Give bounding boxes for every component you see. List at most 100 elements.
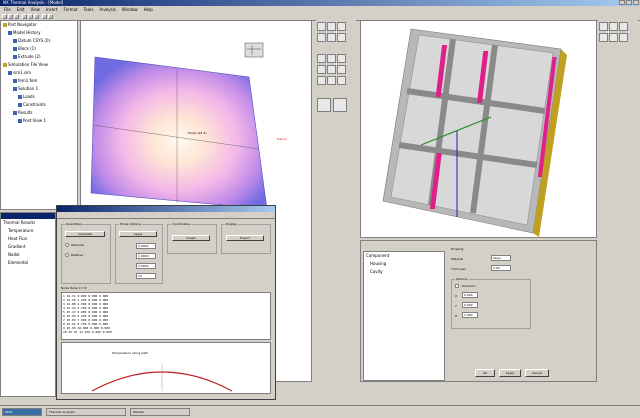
undo-view-icon[interactable] bbox=[333, 98, 347, 112]
maximize-icon[interactable] bbox=[626, 0, 632, 5]
menu-window[interactable]: Window bbox=[122, 6, 138, 13]
task-results[interactable]: Results bbox=[130, 408, 190, 416]
value-field-4[interactable]: 10 bbox=[136, 273, 156, 279]
tree-item-label: Elemental bbox=[8, 260, 29, 265]
pan-icon[interactable] bbox=[327, 22, 336, 31]
value-field-2[interactable]: 1.0000 bbox=[136, 253, 156, 259]
part-navigator-tree: Part Navigator Model History Datum CSYS (0… bbox=[0, 20, 78, 210]
tree-item[interactable]: fem1.fem bbox=[1, 77, 77, 85]
tree-item[interactable]: Temperature bbox=[1, 227, 55, 235]
graph-button[interactable]: Graph bbox=[172, 235, 210, 241]
rotate-icon[interactable] bbox=[599, 22, 608, 31]
zoom-icon[interactable] bbox=[337, 22, 346, 31]
menu-format[interactable]: Format bbox=[63, 6, 77, 13]
measure-icon[interactable] bbox=[337, 65, 346, 74]
copy-icon[interactable] bbox=[28, 14, 33, 19]
tree-item[interactable]: Heat Flux bbox=[1, 235, 55, 243]
animate-icon[interactable] bbox=[317, 76, 326, 85]
x-field[interactable]: 0.000 bbox=[462, 292, 478, 298]
front-view-icon[interactable] bbox=[327, 33, 336, 42]
menu-tools[interactable]: Tools bbox=[84, 6, 94, 13]
value-field-1[interactable]: 0.0000 bbox=[136, 243, 156, 249]
menu-analysis[interactable]: Analysis bbox=[99, 6, 115, 13]
undo-icon[interactable] bbox=[42, 14, 47, 19]
tree-item[interactable]: Part Navigator bbox=[1, 21, 77, 29]
wireframe-icon[interactable] bbox=[337, 54, 346, 63]
top-view-icon[interactable] bbox=[619, 33, 628, 42]
shade-icon[interactable] bbox=[327, 54, 336, 63]
right-viewport[interactable] bbox=[360, 20, 597, 238]
cancel-button[interactable]: Cancel bbox=[525, 369, 549, 377]
tree-item[interactable]: Thermal Results bbox=[1, 219, 55, 227]
menu-file[interactable]: File bbox=[4, 6, 11, 13]
list-item[interactable]: Cavity bbox=[364, 268, 444, 276]
display-group: Display Export bbox=[221, 222, 271, 254]
menu-insert[interactable]: Insert bbox=[46, 6, 57, 13]
menu-help[interactable]: Help bbox=[144, 6, 153, 13]
paste-icon[interactable] bbox=[34, 14, 39, 19]
tree-item[interactable]: Elemental bbox=[1, 259, 55, 267]
y-field[interactable]: 0.000 bbox=[462, 302, 478, 308]
apply-button[interactable]: Apply bbox=[119, 231, 157, 237]
tree-item[interactable]: Extrude (2) bbox=[1, 53, 77, 61]
probe-icon[interactable] bbox=[327, 65, 336, 74]
rotate-icon[interactable] bbox=[317, 22, 326, 31]
node-icon bbox=[18, 103, 22, 107]
tree-item[interactable]: Solution 1 bbox=[1, 85, 77, 93]
results-table[interactable]: 1 24.31 0.000 0.000 0.000 2 24.56 1.250 0… bbox=[61, 292, 271, 340]
tree-item[interactable]: Nodal bbox=[1, 251, 55, 259]
view-cube-icon[interactable] bbox=[244, 42, 264, 58]
material-field[interactable]: Steel bbox=[491, 255, 511, 261]
fit-icon[interactable] bbox=[317, 33, 326, 42]
tree-item[interactable]: Model History bbox=[1, 29, 77, 37]
relative-radio[interactable] bbox=[65, 253, 69, 257]
tree-item[interactable]: Gradient bbox=[1, 243, 55, 251]
close-icon[interactable] bbox=[633, 0, 639, 5]
select-icon[interactable] bbox=[317, 98, 331, 112]
task-thermal[interactable]: Thermal Analysis bbox=[46, 408, 126, 416]
minimize-icon[interactable] bbox=[619, 0, 625, 5]
fit-icon[interactable] bbox=[599, 33, 608, 42]
zoom-icon[interactable] bbox=[619, 22, 628, 31]
save-icon[interactable] bbox=[14, 14, 19, 19]
option-checkbox[interactable] bbox=[455, 284, 459, 288]
contour-surface[interactable] bbox=[90, 56, 268, 210]
redo-icon[interactable] bbox=[48, 14, 53, 19]
new-icon[interactable] bbox=[2, 14, 7, 19]
ok-button[interactable]: OK bbox=[475, 369, 495, 377]
menu-view[interactable]: View bbox=[30, 6, 40, 13]
pan-icon[interactable] bbox=[609, 22, 618, 31]
iso-view-icon[interactable] bbox=[317, 54, 326, 63]
tree-item[interactable]: Block (1) bbox=[1, 45, 77, 53]
tree-item[interactable]: Constraints bbox=[1, 101, 77, 109]
legend-icon[interactable] bbox=[327, 76, 336, 85]
apply-button[interactable]: Apply bbox=[499, 369, 521, 377]
open-icon[interactable] bbox=[8, 14, 13, 19]
top-view-icon[interactable] bbox=[337, 33, 346, 42]
coordinates-group: Coordinates Graph bbox=[167, 222, 217, 254]
tree-item[interactable]: Post View 1 bbox=[1, 117, 77, 125]
tree-item[interactable]: sim1.sim bbox=[1, 69, 77, 77]
thickness-field[interactable]: 2.00 bbox=[491, 265, 511, 271]
absolute-radio[interactable] bbox=[65, 243, 69, 247]
node-icon bbox=[13, 87, 17, 91]
calculate-button[interactable]: Calculate bbox=[65, 231, 105, 237]
list-item[interactable]: Housing bbox=[364, 260, 444, 268]
menu-edit[interactable]: Edit bbox=[17, 6, 25, 13]
tree-item[interactable]: Datum CSYS (0) bbox=[1, 37, 77, 45]
list-item[interactable]: Component bbox=[364, 252, 444, 260]
tree-item[interactable]: Results bbox=[1, 109, 77, 117]
front-view-icon[interactable] bbox=[609, 33, 618, 42]
component-list: Component Housing Cavity bbox=[363, 251, 445, 381]
z-field[interactable]: 1.000 bbox=[462, 312, 478, 318]
value-field-3[interactable]: 2.0000 bbox=[136, 263, 156, 269]
section-icon[interactable] bbox=[317, 65, 326, 74]
start-button[interactable]: Start bbox=[2, 408, 42, 416]
table-row[interactable]: 10 25.97 11.250 0.000 0.000 bbox=[63, 330, 269, 334]
tree-item[interactable]: Loads bbox=[1, 93, 77, 101]
cut-icon[interactable] bbox=[22, 14, 27, 19]
graph-icon[interactable] bbox=[337, 76, 346, 85]
export-button[interactable]: Export bbox=[226, 235, 264, 241]
tree-item[interactable]: Simulation File View bbox=[1, 61, 77, 69]
tree-item-label: Solution 1 bbox=[18, 86, 39, 91]
